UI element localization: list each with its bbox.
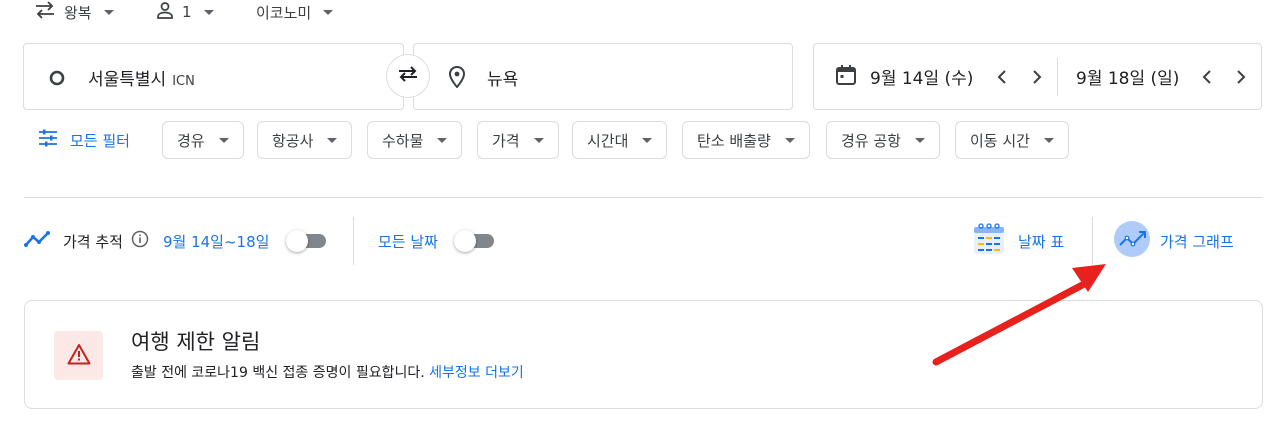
- origin-code: ICN: [172, 74, 195, 89]
- swap-icon: [34, 1, 56, 23]
- chevron-down-icon: [437, 137, 448, 143]
- advisory-details-link[interactable]: 세부정보 더보기: [429, 365, 524, 381]
- passenger-count: 1: [182, 3, 192, 21]
- location-pin-icon: [447, 65, 467, 92]
- chevron-right-icon[interactable]: [1026, 66, 1048, 88]
- return-date-label: 9월 18일 (일): [1076, 69, 1180, 89]
- filter-chip-stops[interactable]: 경유: [162, 121, 244, 159]
- swap-origin-destination-button[interactable]: [386, 54, 430, 98]
- chevron-down-icon: [203, 9, 214, 15]
- chip-label: 항공사: [272, 131, 314, 150]
- warning-icon: [67, 343, 91, 369]
- warning-badge: [54, 331, 103, 380]
- chip-label: 경유 공항: [841, 131, 901, 150]
- tune-icon: [38, 129, 58, 151]
- info-icon[interactable]: [131, 230, 149, 252]
- chevron-down-icon: [784, 137, 795, 143]
- chevron-down-icon: [218, 137, 229, 143]
- price-graph-button[interactable]: 가격 그래프: [1113, 221, 1234, 257]
- price-tracking: 가격 추적 9월 14일~18일: [24, 228, 269, 254]
- chevron-left-icon[interactable]: [1196, 66, 1218, 88]
- origin-name: 서울특별시: [88, 70, 167, 90]
- person-icon: [156, 1, 174, 23]
- filter-chip-duration[interactable]: 이동 시간: [955, 121, 1069, 159]
- destination-name: 뉴욕: [487, 70, 519, 90]
- trip-type-dropdown[interactable]: 왕복: [34, 0, 114, 24]
- filter-chip-times[interactable]: 시간대: [572, 121, 668, 159]
- filter-chip-price[interactable]: 가격: [477, 121, 559, 159]
- chevron-down-icon: [914, 137, 925, 143]
- all-filters-label: 모든 필터: [70, 131, 130, 150]
- section-divider: [24, 197, 1263, 198]
- any-dates-label: 모든 날짜: [378, 232, 438, 251]
- return-date[interactable]: 9월 18일 (일): [1076, 44, 1179, 109]
- chip-label: 시간대: [587, 131, 629, 150]
- view-divider: [1092, 217, 1093, 265]
- chevron-right-icon[interactable]: [1230, 66, 1252, 88]
- swap-arrows-icon: [396, 64, 420, 88]
- filter-chip-connecting-airports[interactable]: 경유 공항: [826, 121, 940, 159]
- chip-label: 수하물: [382, 131, 424, 150]
- advisory-body: 출발 전에 코로나19 백신 접종 증명이 필요합니다. 세부정보 더보기: [131, 362, 524, 382]
- filter-chip-airlines[interactable]: 항공사: [257, 121, 353, 159]
- price-graph-label: 가격 그래프: [1160, 232, 1234, 251]
- trending-icon: [24, 230, 50, 252]
- passengers-dropdown[interactable]: 1: [156, 0, 214, 24]
- date-grid-button[interactable]: 날짜 표: [973, 223, 1065, 254]
- tracking-divider: [353, 217, 354, 265]
- advisory-text: 출발 전에 코로나19 백신 접종 증명이 필요합니다.: [131, 365, 425, 381]
- chevron-down-icon: [103, 9, 114, 15]
- origin-circle-icon: [48, 69, 66, 91]
- tracking-date-range: 9월 14일~18일: [162, 232, 270, 251]
- travel-advisory-card: 여행 제한 알림 출발 전에 코로나19 백신 접종 증명이 필요합니다. 세부…: [24, 300, 1263, 409]
- price-tracking-label: 가격 추적: [63, 232, 123, 251]
- date-field[interactable]: 9월 14일 (수) 9월 18일 (일): [813, 43, 1262, 110]
- chip-label: 경유: [177, 131, 205, 150]
- any-dates-toggle[interactable]: [454, 229, 496, 253]
- date-grid-label: 날짜 표: [1018, 232, 1065, 251]
- depart-date[interactable]: 9월 14일 (수): [834, 44, 973, 109]
- chevron-down-icon: [642, 137, 653, 143]
- price-graph-icon: [1113, 220, 1151, 262]
- chip-label: 이동 시간: [970, 131, 1030, 150]
- chevron-down-icon: [1043, 137, 1054, 143]
- chevron-down-icon: [323, 9, 334, 15]
- chevron-left-icon[interactable]: [991, 66, 1013, 88]
- track-prices-toggle[interactable]: [286, 229, 328, 253]
- chip-label: 탄소 배출량: [697, 131, 771, 150]
- chevron-down-icon: [327, 137, 338, 143]
- origin-field[interactable]: 서울특별시 ICN: [23, 43, 404, 110]
- destination-field[interactable]: 뉴욕: [413, 43, 793, 110]
- filter-chip-emissions[interactable]: 탄소 배출량: [682, 121, 810, 159]
- trip-type-label: 왕복: [64, 3, 92, 22]
- cabin-class-label: 이코노미: [256, 3, 312, 22]
- depart-date-label: 9월 14일 (수): [870, 69, 974, 89]
- chevron-down-icon: [533, 137, 544, 143]
- filter-chip-bags[interactable]: 수하물: [367, 121, 463, 159]
- date-divider: [1057, 58, 1058, 96]
- chip-label: 가격: [492, 131, 520, 150]
- date-grid-icon: [973, 222, 1005, 260]
- cabin-class-dropdown[interactable]: 이코노미: [256, 0, 334, 24]
- advisory-title: 여행 제한 알림: [131, 330, 261, 354]
- all-filters-button[interactable]: 모든 필터: [38, 128, 130, 152]
- calendar-icon: [834, 63, 858, 91]
